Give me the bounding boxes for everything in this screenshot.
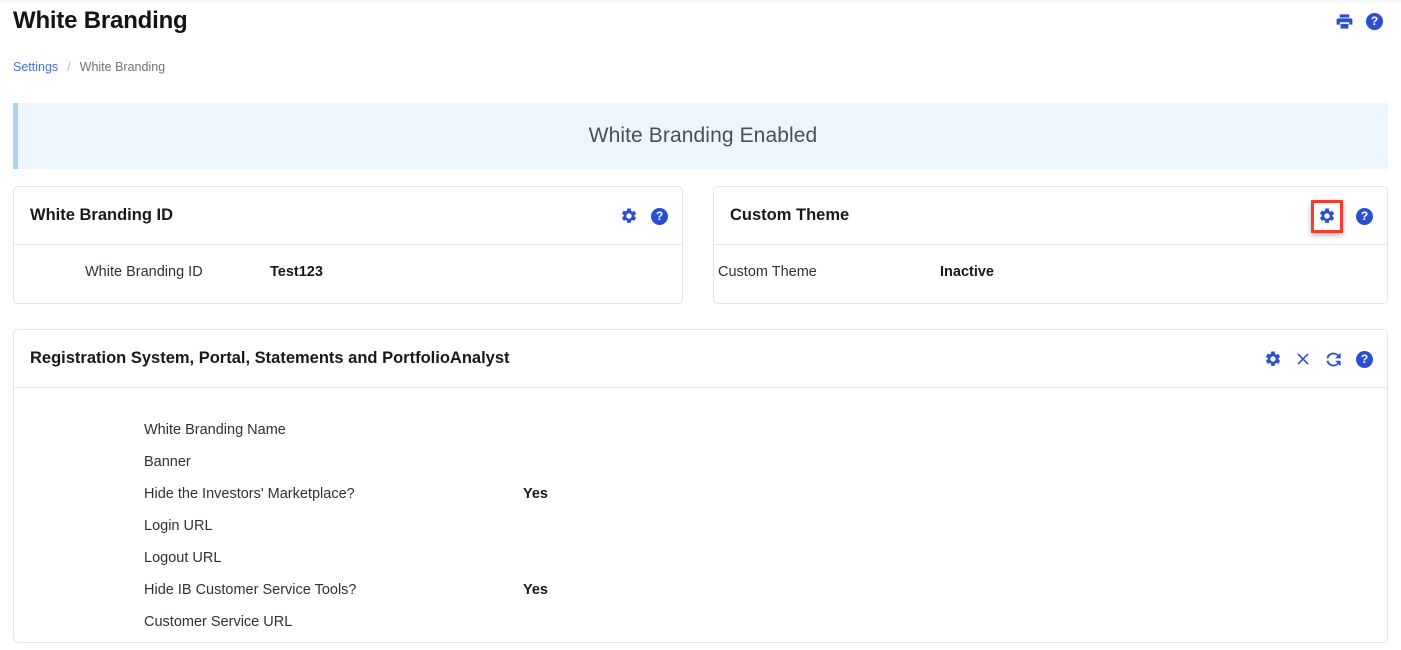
help-icon-glyph: ? [1360, 208, 1369, 223]
refresh-icon[interactable] [1324, 350, 1343, 369]
card-header: White Branding ID ? [14, 187, 682, 245]
table-row: Login URL [14, 510, 1387, 542]
data-label: Banner [144, 454, 191, 470]
data-label: Hide the Investors' Marketplace? [144, 486, 355, 502]
header-icon-group: ? [1335, 12, 1383, 31]
breadcrumb: Settings / White Branding [13, 59, 165, 75]
card-white-branding-id: White Branding ID ? White Branding ID Te… [13, 186, 683, 304]
card-body: White Branding Name Banner Hide the Inve… [14, 388, 1387, 638]
data-label: White Branding ID [85, 264, 203, 280]
help-icon-glyph: ? [1360, 351, 1369, 366]
data-label: Logout URL [144, 550, 222, 566]
gear-icon[interactable] [620, 207, 638, 225]
help-icon-glyph: ? [655, 208, 664, 223]
help-icon-glyph: ? [1370, 14, 1379, 28]
data-label: Custom Theme [718, 264, 817, 280]
card-custom-theme: Custom Theme ? Custom Theme Inactive [713, 186, 1388, 304]
table-row: Hide IB Customer Service Tools? Yes [14, 574, 1387, 606]
card-title: Custom Theme [730, 206, 850, 224]
data-value: Yes [523, 582, 548, 598]
data-label: Customer Service URL [144, 614, 293, 630]
page-root: White Branding ? Settings / White Brandi… [0, 0, 1401, 650]
page-header: White Branding ? [0, 3, 1401, 48]
data-label: White Branding Name [144, 422, 286, 438]
status-banner-text: White Branding Enabled [588, 124, 818, 147]
data-value: Test123 [270, 264, 323, 280]
table-row: Banner [14, 446, 1387, 478]
page-title: White Branding [13, 7, 188, 34]
data-value: Yes [523, 486, 548, 502]
card-header-icon-group: ? [620, 187, 668, 245]
table-row: Logout URL [14, 542, 1387, 574]
gear-icon[interactable] [1318, 207, 1336, 225]
table-row: White Branding Name [14, 414, 1387, 446]
breadcrumb-current: White Branding [79, 60, 166, 74]
data-value: Inactive [940, 264, 994, 280]
data-label: Hide IB Customer Service Tools? [144, 582, 357, 598]
print-icon[interactable] [1335, 12, 1354, 31]
help-icon[interactable]: ? [1356, 207, 1373, 225]
gear-icon[interactable] [1264, 350, 1282, 368]
card-header: Registration System, Portal, Statements … [14, 330, 1387, 388]
data-label: Login URL [144, 518, 213, 534]
breadcrumb-separator: / [67, 60, 71, 74]
data-row: White Branding ID Test123 [14, 245, 682, 280]
card-body: Custom Theme Inactive [714, 245, 1387, 280]
breadcrumb-link-settings[interactable]: Settings [13, 59, 58, 75]
status-banner: White Branding Enabled [13, 103, 1388, 169]
card-header-icon-group: ? [1311, 187, 1373, 245]
card-body: White Branding ID Test123 [14, 245, 682, 280]
table-row: Hide the Investors' Marketplace? Yes [14, 478, 1387, 510]
card-header: Custom Theme ? [714, 187, 1387, 245]
data-row: Custom Theme Inactive [714, 245, 1387, 280]
card-title: Registration System, Portal, Statements … [30, 349, 510, 367]
table-row: Customer Service URL [14, 606, 1387, 638]
card-header-icon-group: ? [1264, 330, 1373, 388]
card-registration-system: Registration System, Portal, Statements … [13, 329, 1388, 643]
gear-icon-highlight [1311, 199, 1343, 233]
close-icon[interactable] [1295, 351, 1311, 367]
help-icon[interactable]: ? [651, 207, 668, 225]
help-icon[interactable]: ? [1356, 350, 1373, 368]
card-title: White Branding ID [30, 206, 173, 224]
help-icon[interactable]: ? [1366, 13, 1383, 30]
